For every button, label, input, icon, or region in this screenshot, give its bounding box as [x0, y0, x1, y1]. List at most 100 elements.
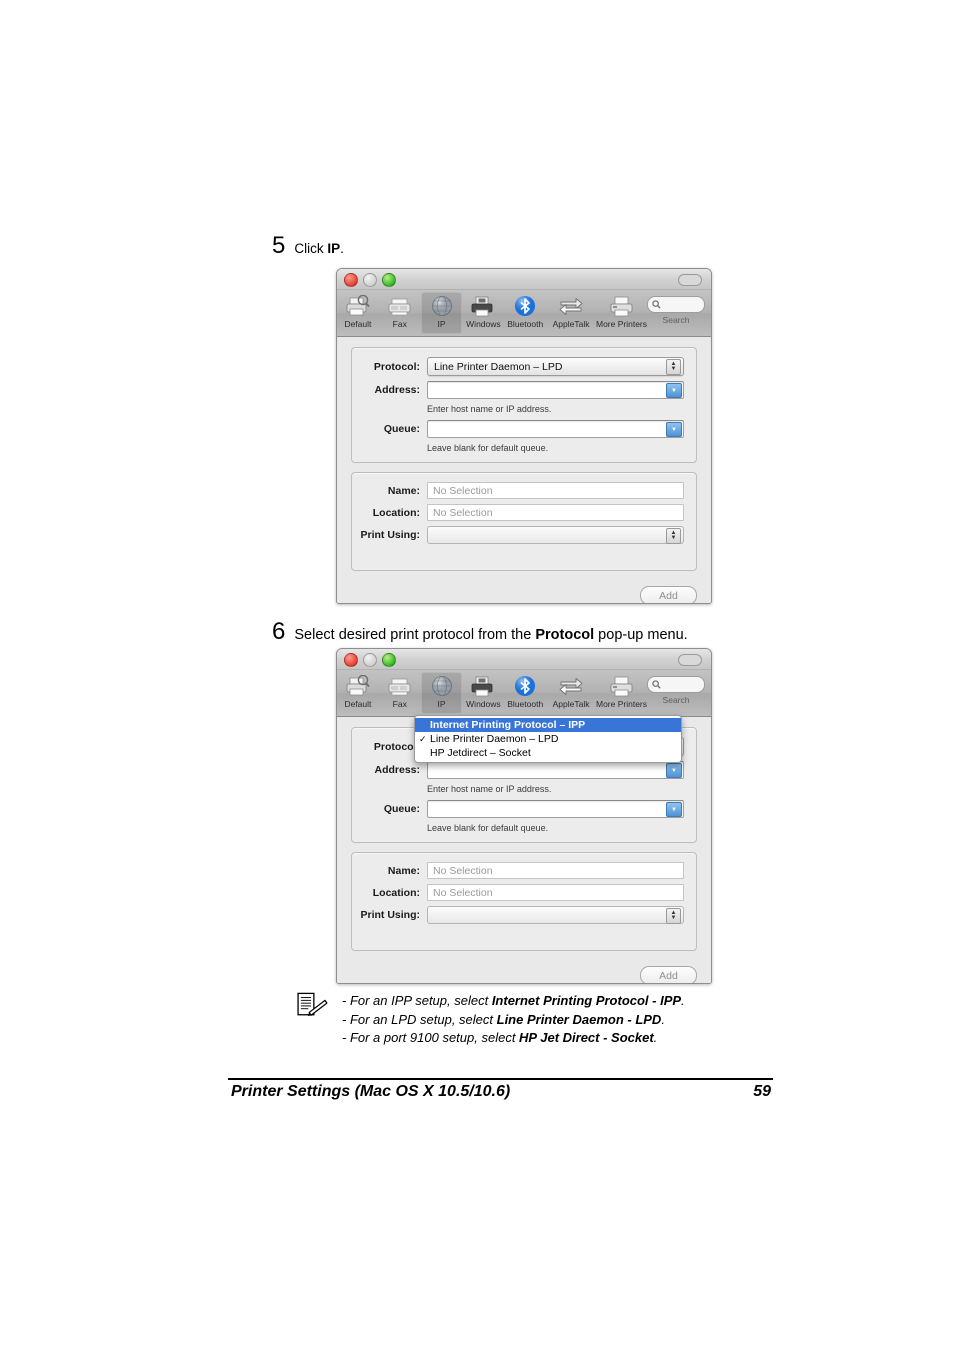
step-6-text: Select desired print protocol from the P…	[294, 626, 687, 644]
search-input[interactable]	[647, 296, 706, 313]
toolbar-item-default[interactable]: Default	[337, 292, 379, 334]
address-label-1: Address:	[374, 384, 420, 396]
toolbar-item-ip-label: IP	[437, 319, 446, 329]
windows-printer-icon	[468, 294, 498, 318]
step-6-text-after: pop-up menu.	[594, 627, 688, 643]
chevron-down-icon[interactable]: ▼	[666, 422, 682, 437]
toolbar-item-ip-label: IP	[437, 699, 446, 709]
chevron-down-icon[interactable]: ▼	[666, 383, 682, 398]
name-input-1-value: No Selection	[433, 484, 493, 497]
location-input-2[interactable]: No Selection	[427, 884, 684, 901]
toolbar-item-windows-label: Windows	[466, 699, 501, 709]
queue-input-2[interactable]: ▼	[427, 800, 684, 818]
toolbar-item-appletalk-label: AppleTalk	[552, 699, 590, 709]
toolbar-item-fax[interactable]: Fax	[379, 292, 421, 334]
address-input-1[interactable]: ▼	[427, 381, 684, 399]
note-pencil-icon	[297, 992, 328, 1017]
add-button-bar-2: Add	[640, 966, 697, 983]
location-input-1[interactable]: No Selection	[427, 504, 684, 521]
print-using-row-2: Print Using: ▲ ▼	[356, 906, 684, 924]
more-printers-icon	[607, 674, 637, 698]
add-printer-window-2[interactable]: Default Fax IP Windows Bluetooth AppleTa…	[336, 648, 712, 984]
search-input[interactable]	[647, 676, 706, 693]
toolbar-item-default-label: Default	[344, 699, 372, 709]
protocol-row-1: Protocol: Line Printer Daemon – LPD ▲ ▼	[356, 357, 684, 376]
name-input-2[interactable]: No Selection	[427, 862, 684, 879]
page-footer: Printer Settings (Mac OS X 10.5/10.6) 59	[231, 1083, 771, 1101]
toolbar-item-bluetooth-label: Bluetooth	[507, 699, 544, 709]
name-input-1[interactable]: No Selection	[427, 482, 684, 499]
toolbar-search[interactable]: Search	[647, 292, 706, 325]
location-input-2-value: No Selection	[433, 886, 493, 899]
minimize-button[interactable]	[363, 653, 377, 667]
toolbar-item-ip[interactable]: IP	[420, 292, 463, 334]
zoom-button[interactable]	[382, 653, 396, 667]
search-label: Search	[662, 315, 690, 325]
chevron-down-icon[interactable]: ▼	[666, 763, 682, 778]
chevron-updown-icon[interactable]: ▲▼	[666, 908, 681, 924]
add-printer-window-1[interactable]: Default Fax IP Windows Bluetooth AppleTa…	[336, 268, 712, 604]
toolbar-item-fax-label: Fax	[392, 699, 407, 709]
queue-label-2: Queue:	[383, 803, 420, 815]
toolbar-item-windows[interactable]: Windows	[462, 672, 504, 714]
queue-hint-1: Leave blank for default queue.	[427, 443, 549, 453]
toolbar-item-windows[interactable]: Windows	[462, 292, 504, 334]
toolbar-search[interactable]: Search	[647, 672, 706, 705]
chevron-updown-icon[interactable]: ▲▼	[666, 359, 681, 375]
toolbar-item-appletalk-label: AppleTalk	[552, 319, 590, 329]
step-6-text-bold: Protocol	[535, 627, 595, 643]
toolbar-item-default[interactable]: Default	[337, 672, 379, 714]
protocol-popup-menu[interactable]: Internet Printing Protocol – IPP ✓ Line …	[414, 715, 682, 763]
toolbar-item-more-printers[interactable]: More Printers	[596, 292, 647, 334]
add-button-2[interactable]: Add	[640, 966, 697, 983]
note-line-2-suffix: .	[661, 1011, 665, 1027]
window-2-traffic-lights	[344, 653, 396, 667]
print-using-popup-2[interactable]: ▲ ▼	[427, 906, 684, 924]
zoom-button[interactable]	[382, 273, 396, 287]
location-label-1: Location:	[372, 506, 420, 519]
window-1-titlebar[interactable]	[337, 269, 711, 290]
toolbar-item-appletalk[interactable]: AppleTalk	[546, 672, 596, 714]
toolbar-item-ip[interactable]: IP	[420, 672, 463, 714]
name-label-2: Name:	[387, 864, 420, 877]
protocol-menu-option-lpd-label: Line Printer Daemon – LPD	[430, 733, 559, 745]
address-row-1: Address: ▼	[356, 381, 684, 399]
step-6: 6 Select desired print protocol from the…	[272, 620, 688, 644]
add-button-1[interactable]: Add	[640, 586, 697, 603]
window-1-content: Protocol: Line Printer Daemon – LPD ▲ ▼ A…	[337, 337, 711, 604]
minimize-button[interactable]	[363, 273, 377, 287]
printer-info-groupbox-2: Name: No Selection Location: No Selectio…	[351, 852, 697, 951]
note-line-2-bold: Line Printer Daemon - LPD	[496, 1011, 662, 1027]
address-input-2[interactable]: ▼	[427, 761, 684, 779]
print-using-label-1: Print Using:	[360, 529, 421, 541]
close-button[interactable]	[344, 653, 358, 667]
chevron-updown-icon[interactable]: ▲▼	[666, 528, 681, 544]
location-input-1-value: No Selection	[433, 506, 493, 519]
step-5-text: Click IP.	[294, 240, 344, 258]
chevron-down-icon[interactable]: ▼	[666, 802, 682, 817]
toolbar-item-bluetooth[interactable]: Bluetooth	[504, 292, 546, 334]
print-using-popup-1[interactable]: ▲ ▼	[427, 526, 684, 544]
toolbar-item-bluetooth[interactable]: Bluetooth	[504, 672, 546, 714]
window-2-titlebar[interactable]	[337, 649, 711, 670]
close-button[interactable]	[344, 273, 358, 287]
toolbar-toggle-button[interactable]	[678, 274, 702, 286]
queue-row-2: Queue: ▼	[356, 800, 684, 818]
note-line-1-suffix: .	[681, 993, 685, 1008]
resize-grip-icon[interactable]	[698, 983, 709, 984]
protocol-menu-option-lpd[interactable]: ✓ Line Printer Daemon – LPD	[415, 732, 681, 746]
toolbar-item-more-printers[interactable]: More Printers	[596, 672, 647, 714]
protocol-menu-option-ipp[interactable]: Internet Printing Protocol – IPP	[415, 718, 681, 732]
queue-input-1[interactable]: ▼	[427, 420, 684, 438]
connection-groupbox-1: Protocol: Line Printer Daemon – LPD ▲ ▼ A…	[351, 347, 697, 463]
protocol-menu-option-socket[interactable]: HP Jetdirect – Socket	[415, 746, 681, 760]
toolbar-item-fax[interactable]: Fax	[379, 672, 421, 714]
toolbar-item-default-label: Default	[344, 319, 372, 329]
toolbar-toggle-button[interactable]	[678, 654, 702, 666]
toolbar-item-appletalk[interactable]: AppleTalk	[546, 292, 596, 334]
appletalk-arrows-icon	[556, 674, 586, 698]
default-printer-icon	[343, 294, 373, 318]
toolbar-item-fax-label: Fax	[392, 319, 407, 329]
resize-grip-icon[interactable]	[698, 603, 709, 604]
protocol-popup-1[interactable]: Line Printer Daemon – LPD ▲ ▼	[427, 357, 684, 376]
